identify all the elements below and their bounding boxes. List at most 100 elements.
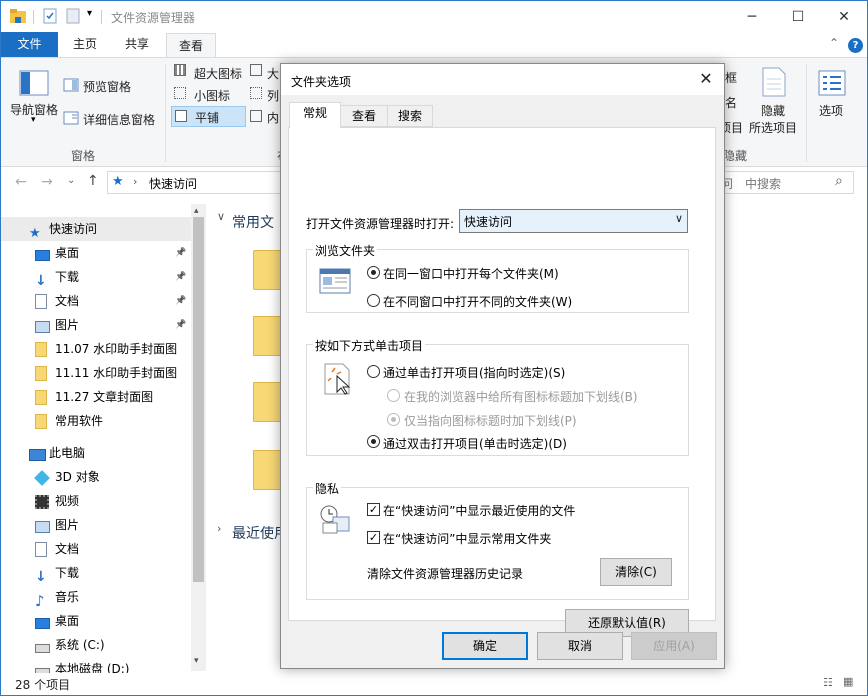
content-option[interactable]: 内 [267, 109, 279, 126]
tab-search[interactable]: 搜索 [387, 105, 433, 127]
folder-icon [35, 389, 51, 405]
new-window-label[interactable]: 在不同窗口中打开不同的文件夹(W) [383, 293, 572, 310]
tiles-option[interactable]: 平铺 [195, 109, 219, 126]
address-path[interactable]: 快速访问 [149, 175, 197, 192]
chevron-right-icon[interactable]: › [217, 522, 221, 535]
up-arrow-icon[interactable]: ↑ [87, 173, 99, 189]
open-explorer-select[interactable]: 快速访问 ∨ [459, 209, 688, 233]
search-input[interactable]: 问 中搜索 ⌕ [704, 171, 854, 194]
navigation-pane: ★ 快速访问 桌面 📌 ↓ 下载 📌 文档 📌 图片 📌 11.07 水印助手封面图 11.11 水印助… [1, 204, 206, 677]
close-button[interactable]: ✕ [821, 1, 867, 32]
recent-files-checkbox[interactable]: ✓ [367, 503, 380, 516]
sidebar-item[interactable]: 11.07 水印助手封面图 [1, 337, 191, 361]
tab-file[interactable]: 文件 [1, 32, 58, 57]
double-click-radio[interactable] [367, 435, 380, 448]
search-icon[interactable]: ⌕ [835, 173, 843, 189]
frequent-folders-checkbox[interactable]: ✓ [367, 531, 380, 544]
recent-locations-icon[interactable]: ⌄ [67, 175, 75, 186]
chevron-down-icon[interactable]: ∨ [217, 210, 225, 223]
details-view-icon[interactable]: ☷ [823, 676, 833, 689]
tab-share[interactable]: 共享 [113, 32, 161, 57]
sidebar-item[interactable]: 文档 [1, 537, 191, 561]
clear-history-label: 清除文件资源管理器历史记录 [367, 567, 524, 581]
sidebar-item[interactable]: ♪ 音乐 [1, 585, 191, 610]
properties-icon[interactable] [42, 8, 58, 24]
minimize-button[interactable]: ─ [729, 1, 775, 32]
sidebar-item[interactable]: 3D 对象 [1, 465, 191, 489]
desktop-icon [35, 613, 51, 629]
double-click-label[interactable]: 通过双击打开项目(单击时选定)(D) [383, 435, 567, 452]
sidebar-item[interactable]: 此电脑 [1, 441, 191, 465]
extra-large-icons-option[interactable]: 超大图标 [194, 65, 242, 82]
pin-icon[interactable]: 📌 [175, 289, 186, 313]
file-extension-label[interactable]: 名 [725, 94, 737, 111]
sidebar-item[interactable]: 桌面 📌 [1, 241, 191, 265]
folder-icon[interactable] [253, 382, 281, 422]
navigation-pane-icon[interactable] [19, 70, 49, 96]
new-window-radio[interactable] [367, 294, 380, 307]
sidebar-item[interactable]: 桌面 [1, 609, 191, 633]
single-click-label[interactable]: 通过单击打开项目(指向时选定)(S) [383, 364, 565, 381]
sidebar-item[interactable]: 文档 📌 [1, 289, 191, 313]
frequent-folders-label[interactable]: 在“快速访问”中显示常用文件夹 [383, 530, 551, 547]
sidebar-item[interactable]: ★ 快速访问 [1, 217, 191, 241]
large-icons-view-icon[interactable]: ▦ [843, 675, 853, 688]
quick-access-dropdown-icon[interactable]: ▾ [87, 8, 92, 19]
folder-icon[interactable] [253, 250, 281, 290]
hide-selected-button[interactable]: 隐藏 [761, 102, 785, 119]
new-folder-icon[interactable] [65, 8, 81, 24]
address-bar[interactable]: ★ › 快速访问 [107, 171, 307, 194]
back-arrow-icon[interactable]: ← [15, 174, 27, 190]
sidebar-item-label: 3D 对象 [55, 470, 100, 484]
tab-general[interactable]: 常规 [289, 102, 341, 128]
recent-files-label[interactable]: 在“快速访问”中显示最近使用的文件 [383, 502, 575, 519]
forward-arrow-icon[interactable]: → [41, 174, 53, 190]
item-checkbox-label[interactable]: 框 [725, 69, 737, 86]
folder-icon[interactable] [253, 450, 281, 490]
options-button[interactable]: 选项 [819, 102, 843, 119]
group-frequent-folders[interactable]: 常用文 [232, 212, 274, 232]
pin-icon[interactable]: 📌 [175, 241, 186, 265]
sidebar-item[interactable]: 视频 [1, 489, 191, 513]
sidebar-item[interactable]: 图片 [1, 513, 191, 537]
tab-home[interactable]: 主页 [61, 32, 109, 57]
chevron-down-icon[interactable]: ▾ [31, 115, 36, 125]
sidebar-item[interactable]: ↓ 下载 [1, 561, 191, 585]
cube-icon [34, 469, 51, 486]
scroll-down-icon[interactable]: ▾ [194, 656, 199, 666]
clear-button[interactable]: 清除(C) [600, 558, 672, 586]
preview-pane-button[interactable]: 预览窗格 [83, 78, 131, 95]
sidebar-item[interactable]: ↓ 下载 📌 [1, 265, 191, 289]
ok-button[interactable]: 确定 [442, 632, 528, 660]
same-window-label[interactable]: 在同一窗口中打开每个文件夹(M) [383, 265, 559, 282]
pin-icon[interactable]: 📌 [175, 313, 186, 337]
cancel-button[interactable]: 取消 [537, 632, 623, 660]
maximize-button[interactable]: ☐ [775, 1, 821, 32]
preview-pane-icon [63, 78, 79, 92]
same-window-radio[interactable] [367, 266, 380, 279]
details-pane-button[interactable]: 详细信息窗格 [83, 111, 155, 128]
folder-icon[interactable] [253, 316, 281, 356]
chevron-down-icon[interactable]: ∨ [675, 212, 683, 225]
sidebar-item[interactable]: 常用软件 [1, 409, 191, 433]
help-icon[interactable]: ? [848, 38, 863, 53]
sidebar-item[interactable]: 图片 📌 [1, 313, 191, 337]
large-icons-option[interactable]: 大 [267, 65, 279, 82]
status-bar: 28 个项目 ☷ ▦ [1, 673, 867, 695]
single-click-radio[interactable] [367, 365, 380, 378]
sidebar-item[interactable]: 系统 (C:) [1, 633, 191, 657]
close-icon[interactable]: ✕ [694, 68, 718, 90]
sidebar-item[interactable]: 11.11 水印助手封面图 [1, 361, 191, 385]
selected-items-label[interactable]: 所选项目 [749, 119, 797, 136]
scroll-up-icon[interactable]: ▴ [194, 206, 199, 216]
list-option[interactable]: 列 [267, 87, 279, 104]
small-icons-option[interactable]: 小图标 [194, 87, 230, 104]
collapse-ribbon-icon[interactable]: ⌃ [829, 36, 839, 50]
nav-scroll-thumb[interactable] [193, 217, 204, 582]
tab-view[interactable]: 查看 [166, 33, 217, 58]
tab-view[interactable]: 查看 [340, 105, 388, 127]
sidebar-item-label: 快速访问 [49, 222, 98, 236]
sidebar-item[interactable]: 11.27 文章封面图 [1, 385, 191, 409]
apply-button[interactable]: 应用(A) [631, 632, 717, 660]
pin-icon[interactable]: 📌 [175, 265, 186, 289]
